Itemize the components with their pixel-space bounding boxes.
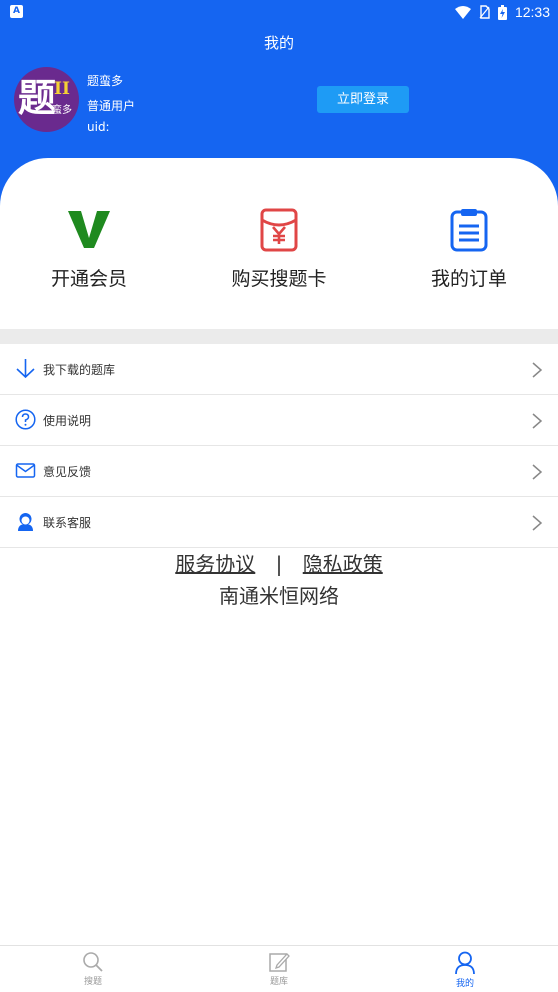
avatar[interactable]: 题 II 蛮多: [14, 67, 79, 132]
login-button[interactable]: 立即登录: [317, 86, 409, 113]
order-list-icon: [447, 208, 491, 252]
menu-item-label: 意见反馈: [43, 465, 92, 479]
download-icon: [16, 359, 35, 379]
yuan-card-icon: [257, 208, 301, 252]
user-uid: uid:: [87, 120, 110, 134]
link-separator: |: [275, 552, 283, 576]
v-vip-icon: [67, 208, 111, 252]
edit-note-icon: [269, 953, 290, 972]
avatar-logo-side: II: [54, 79, 70, 99]
company-name: 南通米恒网络: [219, 584, 339, 608]
wifi-icon: [454, 5, 471, 19]
menu-item-feedback[interactable]: 意见反馈: [0, 446, 558, 497]
menu-item-label: 联系客服: [43, 516, 92, 530]
menu-item-label: 使用说明: [43, 414, 92, 428]
menu-item-customer-service[interactable]: 联系客服: [0, 497, 558, 548]
tab-search[interactable]: 搜题: [53, 951, 133, 987]
user-type: 普通用户: [87, 99, 136, 113]
chevron-right-icon: [532, 515, 543, 531]
tab-mine[interactable]: 我的: [425, 951, 505, 989]
legal-links: 服务协议 | 隐私政策: [0, 548, 558, 577]
tab-search-label: 搜题: [83, 977, 102, 987]
avatar-logo-main: 题: [18, 75, 57, 120]
page-title: 我的: [263, 34, 294, 52]
chevron-right-icon: [532, 413, 543, 429]
user-name: 题蛮多: [87, 74, 124, 88]
my-orders-action[interactable]: 我的订单: [399, 208, 539, 291]
menu-item-label: 我下载的题库: [43, 363, 116, 377]
section-divider: [0, 329, 558, 344]
tab-question-bank-label: 题库: [269, 977, 288, 987]
mail-icon: [15, 463, 36, 478]
vip-action[interactable]: 开通会员: [19, 208, 159, 291]
user-icon: [455, 951, 475, 975]
menu-item-instructions[interactable]: 使用说明: [0, 395, 558, 446]
my-orders-action-label: 我的订单: [430, 268, 507, 290]
no-sim-icon: [479, 5, 490, 19]
status-bar: A 12:33: [0, 0, 558, 24]
buy-card-action-label: 购买搜题卡: [231, 268, 327, 290]
tab-mine-label: 我的: [455, 979, 474, 989]
vip-action-label: 开通会员: [50, 268, 127, 290]
search-icon: [83, 952, 103, 972]
customer-service-icon: [18, 513, 33, 531]
notification-badge: A: [10, 5, 23, 18]
tab-question-bank[interactable]: 题库: [239, 951, 319, 987]
service-agreement-link[interactable]: 服务协议: [175, 552, 255, 576]
chevron-right-icon: [532, 464, 543, 480]
bottom-nav: 搜题 题库 我的: [0, 945, 558, 992]
question-circle-icon: [15, 409, 36, 430]
menu-item-downloads[interactable]: 我下载的题库: [0, 344, 558, 395]
battery-icon: [497, 4, 507, 20]
clock: 12:33: [514, 4, 550, 20]
privacy-policy-link[interactable]: 隐私政策: [303, 552, 383, 576]
chevron-right-icon: [532, 362, 543, 378]
buy-card-action[interactable]: 购买搜题卡: [209, 208, 349, 291]
avatar-logo-sub: 蛮多: [52, 105, 72, 116]
menu-list: 我下载的题库 使用说明 意见反馈 联系客服: [0, 344, 558, 548]
